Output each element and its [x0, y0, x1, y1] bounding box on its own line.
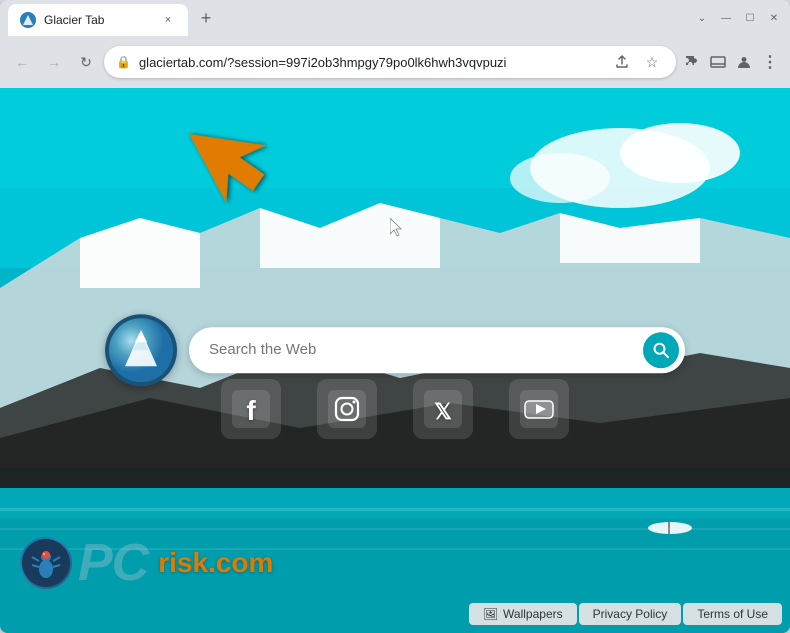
search-input[interactable]: [189, 327, 685, 373]
instagram-icon[interactable]: [317, 379, 377, 439]
search-button[interactable]: [643, 332, 679, 368]
search-area: [105, 314, 685, 386]
title-bar-left: Glacier Tab × +: [8, 2, 690, 34]
svg-text:𝕏: 𝕏: [434, 399, 452, 424]
wallpapers-icon: 🖼: [483, 607, 498, 621]
omnibox[interactable]: 🔒 glaciertab.com/?session=997i2ob3hmpgy7…: [104, 46, 676, 78]
share-icon[interactable]: [610, 50, 634, 74]
tab-close-button[interactable]: ×: [160, 12, 176, 28]
window-close-button[interactable]: ✕: [766, 10, 782, 26]
window-controls: ⌄ — ☐ ✕: [694, 10, 782, 26]
window-chevron-button[interactable]: ⌄: [694, 10, 710, 26]
title-bar: Glacier Tab × + ⌄ — ☐ ✕: [0, 0, 790, 36]
window-maximize-button[interactable]: ☐: [742, 10, 758, 26]
profile-icon[interactable]: [732, 50, 756, 74]
facebook-icon[interactable]: f: [221, 379, 281, 439]
terms-of-use-button[interactable]: Terms of Use: [683, 603, 782, 625]
tab-title: Glacier Tab: [44, 13, 152, 27]
omnibox-actions: ☆: [610, 50, 664, 74]
tab-favicon: [20, 12, 36, 28]
omnibox-url: glaciertab.com/?session=997i2ob3hmpgy79p…: [139, 55, 602, 70]
wallpapers-label: Wallpapers: [503, 607, 563, 621]
wallpapers-button[interactable]: 🖼 Wallpapers: [469, 603, 577, 625]
address-bar: ← → ↻ 🔒 glaciertab.com/?session=997i2ob3…: [0, 36, 790, 88]
omnibox-lock-icon: 🔒: [116, 55, 131, 69]
privacy-policy-label: Privacy Policy: [593, 607, 668, 621]
youtube-icon[interactable]: [509, 379, 569, 439]
browser-window: Glacier Tab × + ⌄ — ☐ ✕ ← → ↻ 🔒 glaciert…: [0, 0, 790, 633]
extensions-icon[interactable]: [680, 50, 704, 74]
content-area: f 𝕏: [0, 88, 790, 633]
back-button[interactable]: ←: [8, 48, 36, 76]
social-icons-row: f 𝕏: [221, 379, 569, 439]
window-minimize-button[interactable]: —: [718, 10, 734, 26]
reload-button[interactable]: ↻: [72, 48, 100, 76]
browser-tab[interactable]: Glacier Tab ×: [8, 4, 188, 36]
cast-icon[interactable]: [706, 50, 730, 74]
new-tab-button[interactable]: +: [192, 4, 220, 32]
bottom-bar: 🖼 Wallpapers Privacy Policy Terms of Use: [461, 595, 790, 633]
svg-text:f: f: [246, 395, 256, 426]
glacier-logo: [105, 314, 177, 386]
toolbar-icons: ⋮: [680, 50, 782, 74]
bookmark-icon[interactable]: ☆: [640, 50, 664, 74]
privacy-policy-button[interactable]: Privacy Policy: [579, 603, 682, 625]
twitter-icon[interactable]: 𝕏: [413, 379, 473, 439]
chrome-menu-icon[interactable]: ⋮: [758, 50, 782, 74]
search-box-wrapper: [189, 327, 685, 373]
terms-of-use-label: Terms of Use: [697, 607, 768, 621]
forward-button[interactable]: →: [40, 48, 68, 76]
